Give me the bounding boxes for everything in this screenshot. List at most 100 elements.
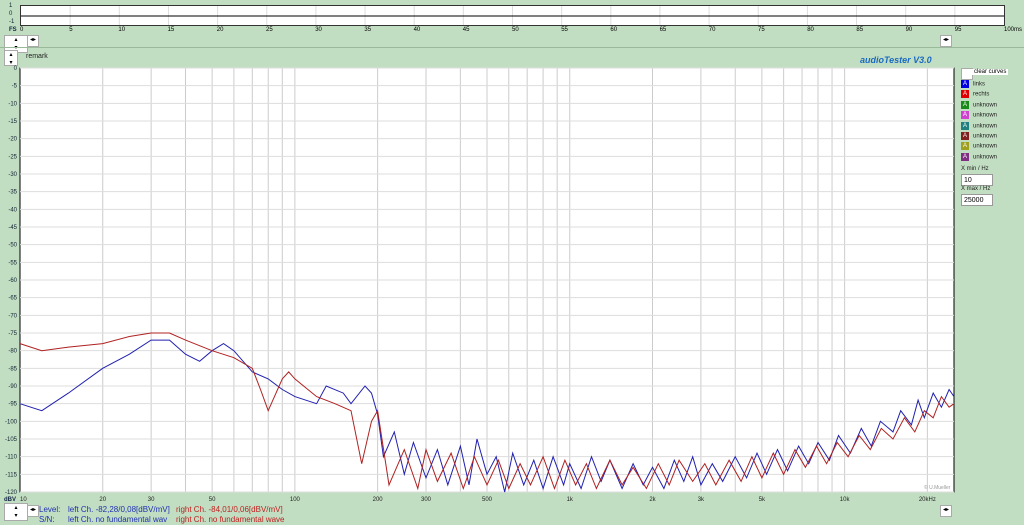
y-tick-label: -60 xyxy=(8,278,17,284)
curve-toggle-icon[interactable]: A xyxy=(961,121,969,130)
level-label: Level: xyxy=(39,505,61,514)
y-tick-label: -45 xyxy=(8,225,17,231)
xmax-input[interactable] xyxy=(961,194,993,206)
scope-pan-buttons[interactable]: ◂▸ xyxy=(27,35,39,47)
x-tick-label: 50 xyxy=(209,497,216,503)
curve-toggle-icon[interactable]: A xyxy=(961,142,969,151)
y-tick-label: -80 xyxy=(8,349,17,355)
legend-item[interactable]: Aunknown xyxy=(961,132,997,142)
y-tick-label: -105 xyxy=(5,437,18,443)
y-tick-label: -75 xyxy=(8,331,17,337)
scope-right-pan-buttons[interactable]: ◂▸ xyxy=(940,35,952,47)
scope-x-label: 45 xyxy=(462,27,470,33)
y-tick-label: 0 xyxy=(14,66,18,72)
scope-x-label: 40 xyxy=(413,27,421,33)
curve-toggle-icon[interactable]: A xyxy=(961,152,969,161)
scope-x-label: 100ms xyxy=(1004,27,1023,33)
legend-item[interactable]: Aunknown xyxy=(961,152,998,163)
y-tick-label: -55 xyxy=(8,260,17,266)
scope-x-label: 15 xyxy=(167,27,175,33)
remark-label: remark xyxy=(26,53,48,60)
y-tick-label: -40 xyxy=(8,207,17,213)
curve-toggle-icon[interactable]: A xyxy=(961,100,969,109)
xmin-input[interactable] xyxy=(961,174,993,186)
scope-x-label: 35 xyxy=(364,27,372,33)
legend-item[interactable]: Aunknown xyxy=(961,142,997,152)
watermark: © U.Mueller xyxy=(924,485,951,491)
sn-right: right Ch. no fundamental wave xyxy=(176,515,285,524)
y-tick-label: -90 xyxy=(8,384,17,390)
y-tick-label: -50 xyxy=(8,243,17,249)
scope-x-label: 75 xyxy=(758,27,765,33)
x-tick-label: 10k xyxy=(840,497,851,503)
scope-y-label: 0 xyxy=(9,11,13,17)
legend-label: unknown xyxy=(973,133,998,140)
scope-y-label: -1 xyxy=(9,19,15,25)
scope-x-label: 0 xyxy=(20,27,24,33)
y-tick-label: -35 xyxy=(8,190,17,196)
y-tick-label: -70 xyxy=(8,313,17,319)
y-tick-label: -65 xyxy=(8,296,17,302)
x-tick-label: 2k xyxy=(649,497,656,503)
x-tick-label: 300 xyxy=(421,497,432,503)
clear-curves-button[interactable]: clear curves xyxy=(972,69,1009,75)
y-tick-label: -5 xyxy=(12,84,18,90)
legend-label: rechts xyxy=(973,91,990,98)
y-tick-label: -115 xyxy=(5,472,17,478)
scope-x-label: 85 xyxy=(856,27,864,33)
x-right-pan-buttons[interactable]: ◂▸ xyxy=(940,505,952,517)
y-tick-label: -20 xyxy=(8,137,17,143)
y-tick-label: -120 xyxy=(5,490,18,496)
y-tick-label: -15 xyxy=(8,119,17,125)
y-tick-label: -85 xyxy=(8,366,17,372)
legend-label: unknown xyxy=(973,102,998,109)
xmax-label: X max / Hz xyxy=(961,186,991,192)
legend-label: links xyxy=(973,81,986,88)
x-tick-label: 1k xyxy=(567,497,574,503)
legend-item[interactable]: Aunknown xyxy=(961,121,998,132)
scope-y-label: 1 xyxy=(9,3,13,9)
scope-x-label: 25 xyxy=(266,27,273,33)
y-tick-label: -110 xyxy=(5,455,17,461)
x-tick-label: 5k xyxy=(759,497,766,503)
legend-label: unknown xyxy=(973,143,998,150)
scope-x-label: 65 xyxy=(659,27,667,33)
legend-item[interactable]: Alinks xyxy=(961,80,985,90)
legend-label: unknown xyxy=(973,112,998,119)
scope-x-label: 95 xyxy=(954,27,962,33)
level-right: right Ch. -84,01/0,06[dBV/mV] xyxy=(176,505,283,514)
y-tick-label: -10 xyxy=(8,101,17,107)
y-tick-label: -95 xyxy=(8,402,17,408)
curve-toggle-icon[interactable]: A xyxy=(961,80,969,88)
x-tick-label: 100 xyxy=(290,497,301,503)
scope-x-label: 50 xyxy=(512,27,519,33)
x-tick-label: 20 xyxy=(99,497,106,503)
curve-toggle-icon[interactable]: A xyxy=(961,111,969,120)
scope-x-label: 30 xyxy=(315,27,322,33)
y-tick-label: -100 xyxy=(5,419,18,425)
scope-x-label: 20 xyxy=(216,27,224,33)
curve-toggle-icon[interactable]: A xyxy=(961,132,969,140)
y-scale-stepper[interactable]: ▴ ▾ xyxy=(4,503,28,521)
scope-plot xyxy=(20,5,1005,26)
x-tick-label: 500 xyxy=(482,497,493,503)
spectrum-chart: 0 -5 -10 -15 -20 -25 -30 -35 -40 -45 -50 -55 -60 -65 -… xyxy=(4,66,955,503)
legend-label: unknown xyxy=(973,123,998,130)
legend-item[interactable]: Arechts xyxy=(961,90,989,100)
x-tick-label: 3k xyxy=(698,497,705,503)
scope-svg xyxy=(21,6,1004,25)
scope-x-label: 55 xyxy=(561,27,568,33)
y-tick-label: -30 xyxy=(8,172,17,178)
x-pan-buttons[interactable]: ◂▸ xyxy=(27,505,39,517)
scope-x-label: 80 xyxy=(807,27,814,33)
legend-label: unknown xyxy=(973,154,998,161)
curve-toggle-icon[interactable]: A xyxy=(961,90,969,99)
legend-item[interactable]: Aunknown xyxy=(961,100,998,111)
divider xyxy=(0,47,1024,48)
x-tick-label: 30 xyxy=(148,497,155,503)
legend-item[interactable]: Aunknown xyxy=(961,111,997,121)
scope-x-unit: FS xyxy=(9,27,17,33)
sn-left: left Ch. no fundamental wav xyxy=(68,515,168,524)
scope-x-label: 10 xyxy=(118,27,126,33)
y-tick-label: -25 xyxy=(8,154,17,160)
